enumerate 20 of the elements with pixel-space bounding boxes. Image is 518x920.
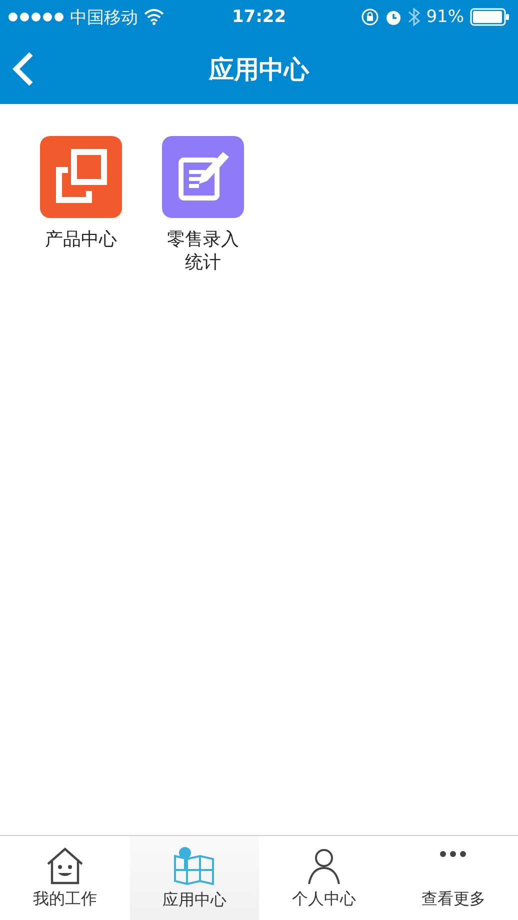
bluetooth-icon: [408, 7, 420, 27]
app-label: 产品中心: [44, 228, 118, 252]
clock-time: 17:22: [232, 7, 286, 27]
person-icon: [306, 846, 342, 884]
wifi-icon: [144, 9, 164, 25]
back-icon[interactable]: [12, 51, 34, 87]
signal-icon: [8, 12, 64, 22]
map-pin-icon: [173, 846, 216, 886]
carrier-name: 中国移动: [70, 6, 138, 28]
app-tile[interactable]: [40, 136, 122, 218]
app-tile[interactable]: [162, 136, 244, 218]
rotation-lock-icon: [361, 8, 380, 26]
battery-icon: [470, 8, 510, 26]
alarm-clock-icon: [385, 8, 402, 26]
app-label: 零售录入统计: [166, 228, 240, 275]
battery-percent: 91%: [426, 7, 464, 27]
more-dots-icon: [440, 850, 466, 856]
tab-bar-item[interactable]: 应用中心: [130, 836, 259, 920]
smiling-house-icon: [44, 846, 85, 884]
page-title: 应用中心: [209, 54, 309, 86]
